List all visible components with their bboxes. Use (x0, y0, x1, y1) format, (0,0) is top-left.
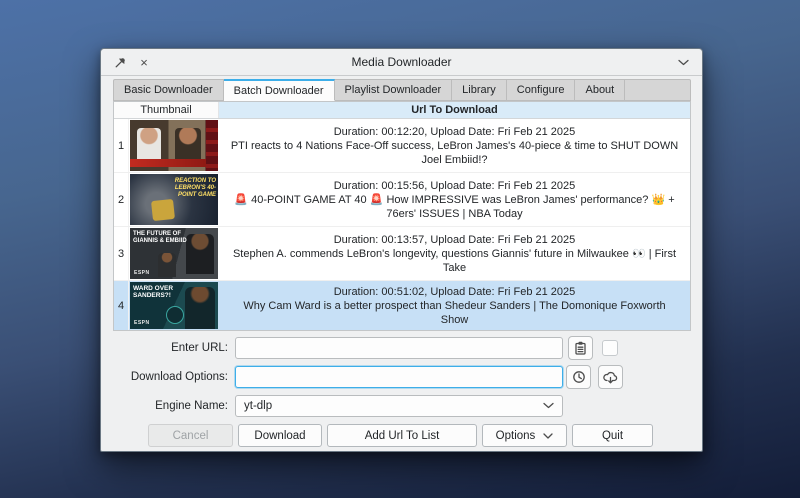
tab-configure[interactable]: Configure (507, 79, 576, 101)
video-meta: Duration: 00:13:57, Upload Date: Fri Feb… (334, 233, 576, 247)
thumbnail-column-header: Thumbnail (114, 102, 219, 118)
url-list-table: Thumbnail Url To Download 1 Duration: 00… (113, 101, 691, 331)
quit-button[interactable]: Quit (572, 424, 653, 447)
video-thumbnail: THE FUTURE OF GIANNIS & EMBIID ESPN (130, 228, 218, 279)
video-meta: Duration: 00:12:20, Upload Date: Fri Feb… (334, 125, 576, 139)
cancel-button: Cancel (148, 424, 233, 447)
enter-url-label: Enter URL: (101, 342, 228, 354)
tab-library[interactable]: Library (452, 79, 507, 101)
video-title: Why Cam Ward is a better prospect than S… (229, 299, 680, 327)
video-title: PTI reacts to 4 Nations Face-Off success… (229, 139, 680, 167)
tab-about[interactable]: About (575, 79, 625, 101)
video-thumbnail: REACTION TO LEBRON'S 40-POINT GAME (130, 174, 218, 225)
table-row[interactable]: 2 REACTION TO LEBRON'S 40-POINT GAME Dur… (114, 173, 690, 227)
window-title: Media Downloader (101, 55, 702, 69)
url-input[interactable] (235, 337, 563, 359)
row-number: 3 (114, 227, 129, 280)
add-url-to-list-button[interactable]: Add Url To List (327, 424, 477, 447)
chevron-down-icon (543, 400, 554, 412)
video-title: Stephen A. commends LeBron's longevity, … (229, 247, 680, 275)
table-row[interactable]: 1 Duration: 00:12:20, Upload Date: Fri F… (114, 119, 690, 173)
options-history-button[interactable] (566, 365, 591, 389)
video-thumbnail (130, 120, 218, 171)
titlebar[interactable]: Media Downloader × (101, 49, 702, 76)
download-options-input[interactable] (235, 366, 563, 388)
engine-select[interactable]: yt-dlp (235, 395, 563, 417)
action-button-row: Cancel Download Add Url To List Options … (148, 424, 653, 447)
video-thumbnail: WARD OVER SANDERS?! ESPN (130, 282, 218, 329)
row-number: 1 (114, 119, 129, 172)
tab-playlist-downloader[interactable]: Playlist Downloader (335, 79, 453, 101)
paste-clipboard-button[interactable] (568, 336, 593, 360)
download-button[interactable]: Download (238, 424, 322, 447)
tab-bar-filler (625, 79, 691, 101)
table-row-selected[interactable]: 4 WARD OVER SANDERS?! ESPN Duration: 00:… (114, 281, 690, 331)
url-column-header: Url To Download (219, 102, 690, 118)
table-header: Thumbnail Url To Download (114, 102, 690, 119)
tab-basic-downloader[interactable]: Basic Downloader (113, 79, 224, 101)
thumbnail-brand: ESPN (134, 270, 150, 276)
thumbnail-brand: ESPN (134, 320, 150, 326)
table-row[interactable]: 3 THE FUTURE OF GIANNIS & EMBIID ESPN Du… (114, 227, 690, 281)
tab-bar: Basic Downloader Batch Downloader Playli… (113, 79, 691, 101)
engine-selected-value: yt-dlp (244, 400, 272, 412)
thumbnail-caption: THE FUTURE OF GIANNIS & EMBIID (133, 231, 188, 245)
row-number: 2 (114, 173, 129, 226)
options-menu-button[interactable]: Options (482, 424, 567, 447)
engine-name-label: Engine Name: (101, 400, 228, 412)
chevron-down-icon (543, 430, 553, 442)
media-downloader-window: Media Downloader × Basic Downloader Batc… (100, 48, 703, 452)
auto-paste-checkbox[interactable] (602, 340, 618, 356)
thumbnail-caption: REACTION TO LEBRON'S 40-POINT GAME (165, 178, 216, 199)
download-options-label: Download Options: (101, 371, 228, 383)
video-meta: Duration: 00:15:56, Upload Date: Fri Feb… (334, 179, 576, 193)
tab-batch-downloader[interactable]: Batch Downloader (224, 79, 335, 101)
download-defaults-cloud-button[interactable] (598, 365, 623, 389)
video-title: 🚨 40-POINT GAME AT 40 🚨 How IMPRESSIVE w… (229, 193, 680, 221)
row-number: 4 (114, 281, 129, 330)
thumbnail-caption: WARD OVER SANDERS?! (133, 285, 186, 299)
video-meta: Duration: 00:51:02, Upload Date: Fri Feb… (334, 285, 576, 299)
